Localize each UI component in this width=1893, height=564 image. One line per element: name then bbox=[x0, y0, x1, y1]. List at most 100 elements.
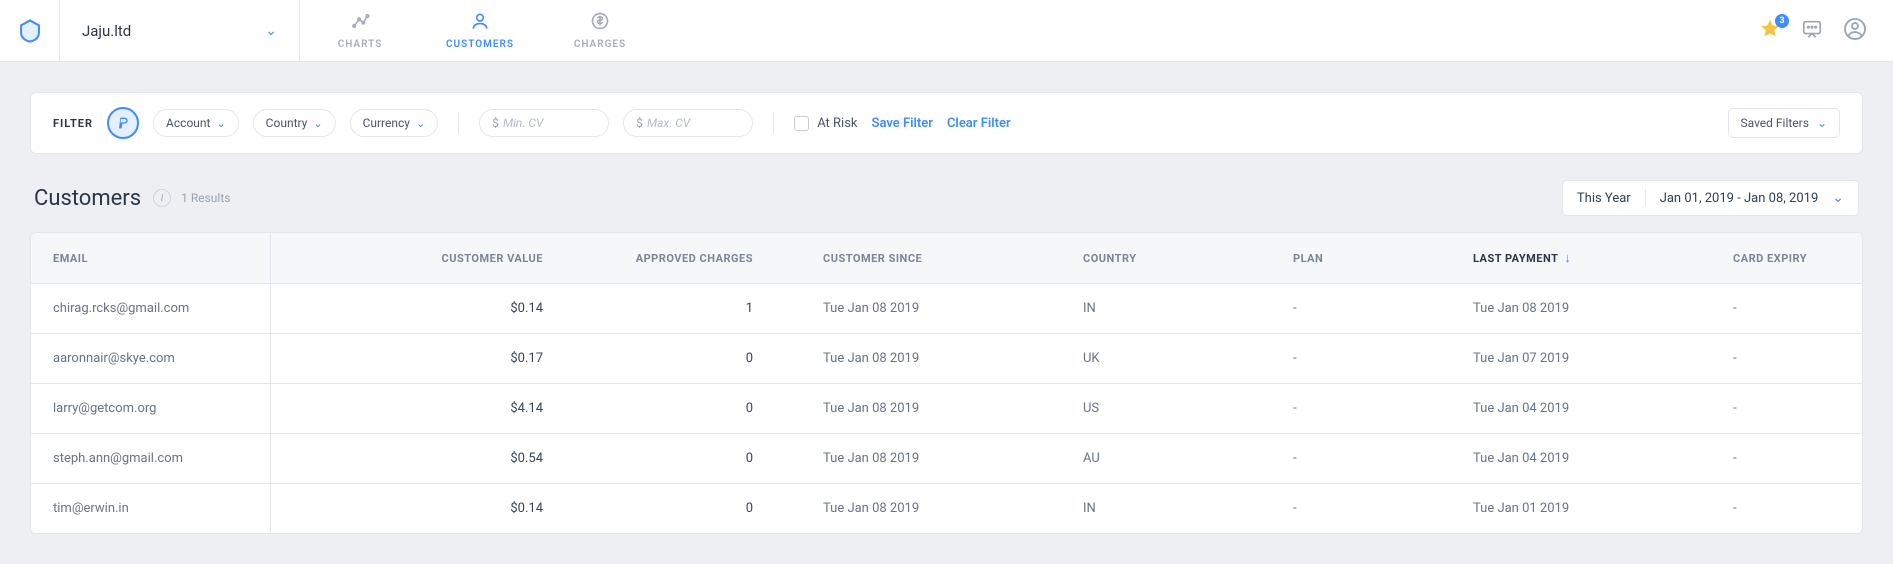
date-range-value: Jan 01, 2019 - Jan 08, 2019 bbox=[1660, 191, 1819, 206]
cell-plan: - bbox=[1271, 451, 1451, 466]
filter-account[interactable]: Account⌄ bbox=[153, 109, 239, 137]
cell-last: Tue Jan 04 2019 bbox=[1451, 451, 1711, 466]
cell-plan: - bbox=[1271, 501, 1451, 516]
cell-email: aaronnair@skye.com bbox=[31, 334, 271, 383]
nav-charts[interactable]: CHARTS bbox=[300, 0, 420, 61]
favorites-button[interactable]: 3 bbox=[1759, 18, 1781, 44]
cell-country: AU bbox=[1061, 451, 1271, 466]
cell-approved: 0 bbox=[591, 351, 801, 366]
topbar: Jaju.ltd ⌄ CHARTS CUSTOMERS CHARGES 3 bbox=[0, 0, 1893, 62]
customers-table: EMAIL CUSTOMER VALUE APPROVED CHARGES CU… bbox=[30, 232, 1863, 534]
cell-since: Tue Jan 08 2019 bbox=[801, 351, 1061, 366]
profile-button[interactable] bbox=[1843, 17, 1867, 45]
chevron-down-icon: ⌄ bbox=[265, 23, 277, 39]
cell-country: IN bbox=[1061, 501, 1271, 516]
chevron-down-icon: ⌄ bbox=[216, 117, 225, 130]
cell-email: chirag.rcks@gmail.com bbox=[31, 284, 271, 333]
brand-logo[interactable] bbox=[0, 0, 60, 61]
cell-approved: 0 bbox=[591, 451, 801, 466]
save-filter-link[interactable]: Save Filter bbox=[872, 116, 933, 131]
cell-value: $0.17 bbox=[271, 351, 591, 366]
org-switcher[interactable]: Jaju.ltd ⌄ bbox=[60, 0, 300, 61]
results-count: 1 Results bbox=[181, 191, 230, 205]
chat-button[interactable] bbox=[1801, 18, 1823, 44]
star-badge: 3 bbox=[1775, 14, 1789, 28]
cell-country: UK bbox=[1061, 351, 1271, 366]
title-row: Customers i 1 Results This Year Jan 01, … bbox=[34, 180, 1859, 216]
min-cv-input[interactable]: $Min. CV bbox=[479, 109, 609, 137]
nav-label: CUSTOMERS bbox=[446, 39, 514, 50]
filter-bar: FILTER Account⌄ Country⌄ Currency⌄ $Min.… bbox=[30, 92, 1863, 154]
cell-since: Tue Jan 08 2019 bbox=[801, 451, 1061, 466]
table-row[interactable]: aaronnair@skye.com$0.170Tue Jan 08 2019U… bbox=[31, 333, 1862, 383]
cell-plan: - bbox=[1271, 351, 1451, 366]
table-row[interactable]: tim@erwin.in$0.140Tue Jan 08 2019IN-Tue … bbox=[31, 483, 1862, 533]
info-icon[interactable]: i bbox=[153, 189, 171, 207]
cell-expiry: - bbox=[1711, 501, 1863, 516]
saved-filters-dropdown[interactable]: Saved Filters⌄ bbox=[1728, 108, 1841, 138]
nav-label: CHARTS bbox=[338, 39, 383, 50]
cell-approved: 0 bbox=[591, 501, 801, 516]
clear-filter-link[interactable]: Clear Filter bbox=[947, 116, 1011, 131]
org-name: Jaju.ltd bbox=[82, 22, 131, 40]
cell-country: IN bbox=[1061, 301, 1271, 316]
col-plan[interactable]: PLAN bbox=[1271, 252, 1451, 265]
chevron-down-icon: ⌄ bbox=[1832, 190, 1844, 206]
divider bbox=[773, 112, 774, 134]
cell-last: Tue Jan 08 2019 bbox=[1451, 301, 1711, 316]
cell-expiry: - bbox=[1711, 451, 1863, 466]
cell-value: $0.54 bbox=[271, 451, 591, 466]
cell-since: Tue Jan 08 2019 bbox=[801, 301, 1061, 316]
cell-expiry: - bbox=[1711, 351, 1863, 366]
chevron-down-icon: ⌄ bbox=[416, 117, 425, 130]
filter-currency[interactable]: Currency⌄ bbox=[350, 109, 439, 137]
cell-value: $0.14 bbox=[271, 301, 591, 316]
date-range-label: This Year bbox=[1577, 191, 1631, 206]
dollar-icon: $ bbox=[492, 116, 499, 130]
cell-value: $4.14 bbox=[271, 401, 591, 416]
col-since[interactable]: CUSTOMER SINCE bbox=[801, 252, 1061, 265]
col-expiry[interactable]: CARD EXPIRY bbox=[1711, 252, 1863, 265]
cell-expiry: - bbox=[1711, 301, 1863, 316]
cell-approved: 0 bbox=[591, 401, 801, 416]
chevron-down-icon: ⌄ bbox=[313, 117, 322, 130]
dollar-icon: $ bbox=[636, 116, 643, 130]
cell-value: $0.14 bbox=[271, 501, 591, 516]
col-last-payment[interactable]: LAST PAYMENT↓ bbox=[1451, 250, 1711, 266]
divider bbox=[1645, 189, 1646, 207]
col-country[interactable]: COUNTRY bbox=[1061, 252, 1271, 265]
cell-since: Tue Jan 08 2019 bbox=[801, 501, 1061, 516]
cell-approved: 1 bbox=[591, 301, 801, 316]
at-risk-checkbox[interactable]: At Risk bbox=[794, 116, 857, 131]
divider bbox=[458, 112, 459, 134]
cell-email: larry@getcom.org bbox=[31, 384, 271, 433]
col-email[interactable]: EMAIL bbox=[31, 233, 271, 283]
filter-country[interactable]: Country⌄ bbox=[253, 109, 336, 137]
max-cv-input[interactable]: $Max. CV bbox=[623, 109, 753, 137]
cell-since: Tue Jan 08 2019 bbox=[801, 401, 1061, 416]
provider-toggle[interactable] bbox=[107, 107, 139, 139]
chevron-down-icon: ⌄ bbox=[1817, 116, 1827, 130]
table-row[interactable]: steph.ann@gmail.com$0.540Tue Jan 08 2019… bbox=[31, 433, 1862, 483]
table-row[interactable]: chirag.rcks@gmail.com$0.141Tue Jan 08 20… bbox=[31, 283, 1862, 333]
cell-plan: - bbox=[1271, 301, 1451, 316]
filter-label: FILTER bbox=[53, 117, 93, 130]
col-value[interactable]: CUSTOMER VALUE bbox=[271, 252, 591, 265]
header-actions: 3 bbox=[1759, 0, 1893, 61]
table-header: EMAIL CUSTOMER VALUE APPROVED CHARGES CU… bbox=[31, 233, 1862, 283]
cell-plan: - bbox=[1271, 401, 1451, 416]
cell-last: Tue Jan 07 2019 bbox=[1451, 351, 1711, 366]
col-approved[interactable]: APPROVED CHARGES bbox=[591, 252, 801, 265]
cell-email: steph.ann@gmail.com bbox=[31, 434, 271, 483]
cell-expiry: - bbox=[1711, 401, 1863, 416]
date-range-picker[interactable]: This Year Jan 01, 2019 - Jan 08, 2019 ⌄ bbox=[1562, 180, 1859, 216]
cell-country: US bbox=[1061, 401, 1271, 416]
sort-desc-icon: ↓ bbox=[1564, 250, 1571, 266]
table-row[interactable]: larry@getcom.org$4.140Tue Jan 08 2019US-… bbox=[31, 383, 1862, 433]
cell-last: Tue Jan 04 2019 bbox=[1451, 401, 1711, 416]
page-title: Customers bbox=[34, 186, 141, 211]
nav-charges[interactable]: CHARGES bbox=[540, 0, 660, 61]
cell-last: Tue Jan 01 2019 bbox=[1451, 501, 1711, 516]
nav-label: CHARGES bbox=[574, 39, 626, 50]
nav-customers[interactable]: CUSTOMERS bbox=[420, 0, 540, 61]
